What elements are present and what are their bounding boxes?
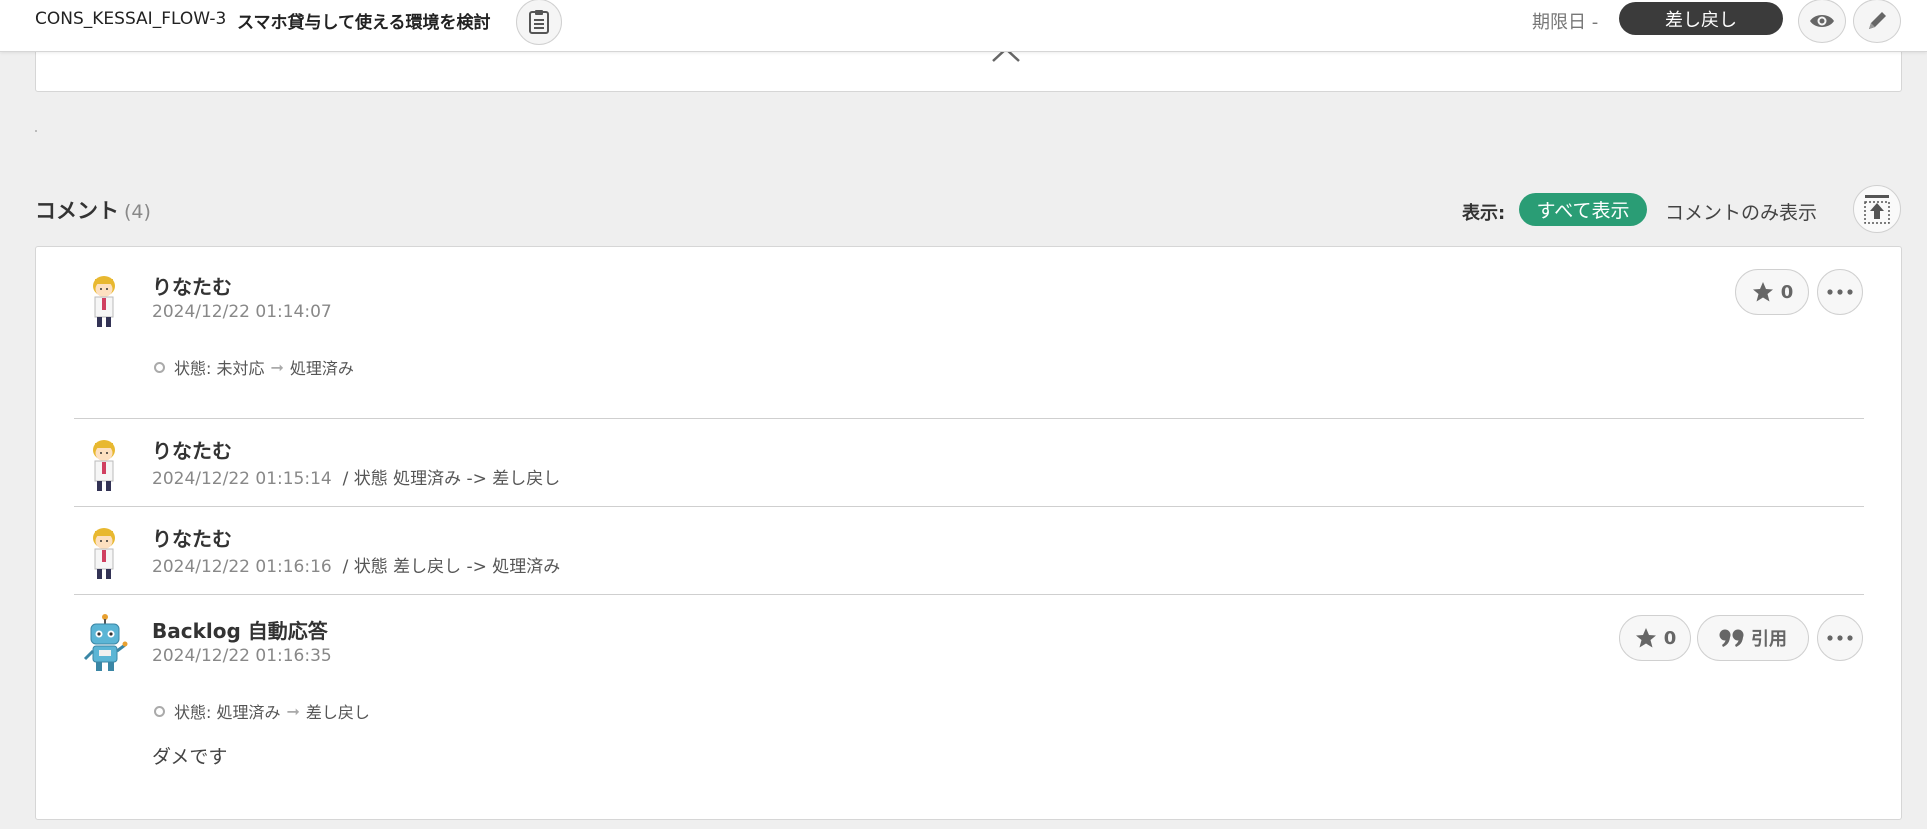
status-change: 状態: 未対応 ➞ 処理済み [152, 355, 354, 379]
comment-author[interactable]: りなたむ [152, 523, 232, 552]
more-icon [1827, 289, 1853, 295]
person-avatar [93, 528, 115, 579]
watch-button[interactable] [1798, 0, 1846, 43]
divider-dot [35, 130, 37, 132]
inline-status-change: / 状態 差し戻し -> 処理済み [342, 557, 561, 577]
pencil-icon [1869, 12, 1886, 29]
status-badge[interactable]: 差し戻し [1619, 2, 1783, 35]
comment-author[interactable]: りなたむ [152, 271, 232, 300]
comments-count: (4) [124, 201, 151, 223]
issue-title: スマホ貸与して使える環境を検討 [237, 13, 491, 33]
comment-divider [74, 418, 1864, 419]
comment-timestamp[interactable]: 2024/12/22 01:14:07 [152, 302, 332, 322]
comment-author[interactable]: Backlog 自動応答 [152, 615, 328, 644]
star-button[interactable]: 0 [1619, 615, 1691, 661]
comment-divider [74, 506, 1864, 507]
star-icon [1752, 282, 1773, 302]
change-from: 状態: 未対応 [174, 359, 265, 378]
quote-icon [1719, 629, 1744, 647]
star-button[interactable]: 0 [1735, 269, 1809, 315]
comment-divider [74, 594, 1864, 595]
comment-timestamp: 2024/12/22 01:16:16 / 状態 差し戻し -> 処理済み [152, 552, 560, 577]
clipboard-icon [529, 10, 549, 34]
filter-all-button[interactable]: すべて表示 [1519, 193, 1647, 226]
due-date-label: 期限日 - [1532, 12, 1599, 33]
change-to: 処理済み [289, 359, 354, 378]
more-button[interactable] [1817, 269, 1863, 315]
comments-list: りなたむ 2024/12/22 01:14:07 状態: 未対応 ➞ 処理済み … [35, 246, 1902, 820]
comment-body: ダメです [152, 746, 228, 768]
quote-button[interactable]: 引用 [1697, 615, 1809, 661]
arrow-right-icon: ➞ [270, 357, 284, 377]
issue-header: CONS_KESSAI_FLOW-3 スマホ貸与して使える環境を検討 期限日 -… [0, 0, 1927, 52]
comments-heading: コメント (4) [35, 195, 151, 225]
comment-timestamp: 2024/12/22 01:15:14 / 状態 処理済み -> 差し戻し [152, 464, 560, 489]
edit-button[interactable] [1853, 0, 1901, 43]
star-icon [1635, 628, 1656, 648]
filter-comments-only-button[interactable]: コメントのみ表示 [1665, 198, 1817, 225]
change-to: 差し戻し [305, 703, 370, 722]
scroll-top-button[interactable] [1853, 185, 1901, 233]
bullet-icon [154, 361, 165, 373]
status-change: 状態: 処理済み ➞ 差し戻し [152, 699, 370, 723]
quote-label: 引用 [1751, 629, 1787, 650]
person-avatar [93, 276, 115, 327]
change-from: 状態: 処理済み [174, 703, 281, 722]
comment-timestamp[interactable]: 2024/12/22 01:16:35 [152, 646, 332, 666]
scroll-top-icon [1864, 195, 1890, 224]
eye-icon [1810, 15, 1834, 27]
more-button[interactable] [1817, 615, 1863, 661]
timestamp-value[interactable]: 2024/12/22 01:15:14 [152, 469, 332, 489]
person-avatar [93, 440, 115, 491]
star-count: 0 [1663, 627, 1677, 649]
comments-title: コメント [35, 199, 119, 223]
issue-key: CONS_KESSAI_FLOW-3 [35, 9, 227, 29]
comment-author[interactable]: りなたむ [152, 435, 232, 464]
inline-status-change: / 状態 処理済み -> 差し戻し [342, 469, 561, 489]
star-count: 0 [1780, 281, 1794, 303]
more-icon [1827, 635, 1853, 641]
robot-avatar [83, 614, 128, 671]
copy-button[interactable] [516, 0, 562, 45]
arrow-right-icon: ➞ [286, 701, 300, 721]
bullet-icon [154, 705, 165, 717]
timestamp-value[interactable]: 2024/12/22 01:16:16 [152, 557, 332, 577]
display-label: 表示: [1462, 203, 1506, 224]
